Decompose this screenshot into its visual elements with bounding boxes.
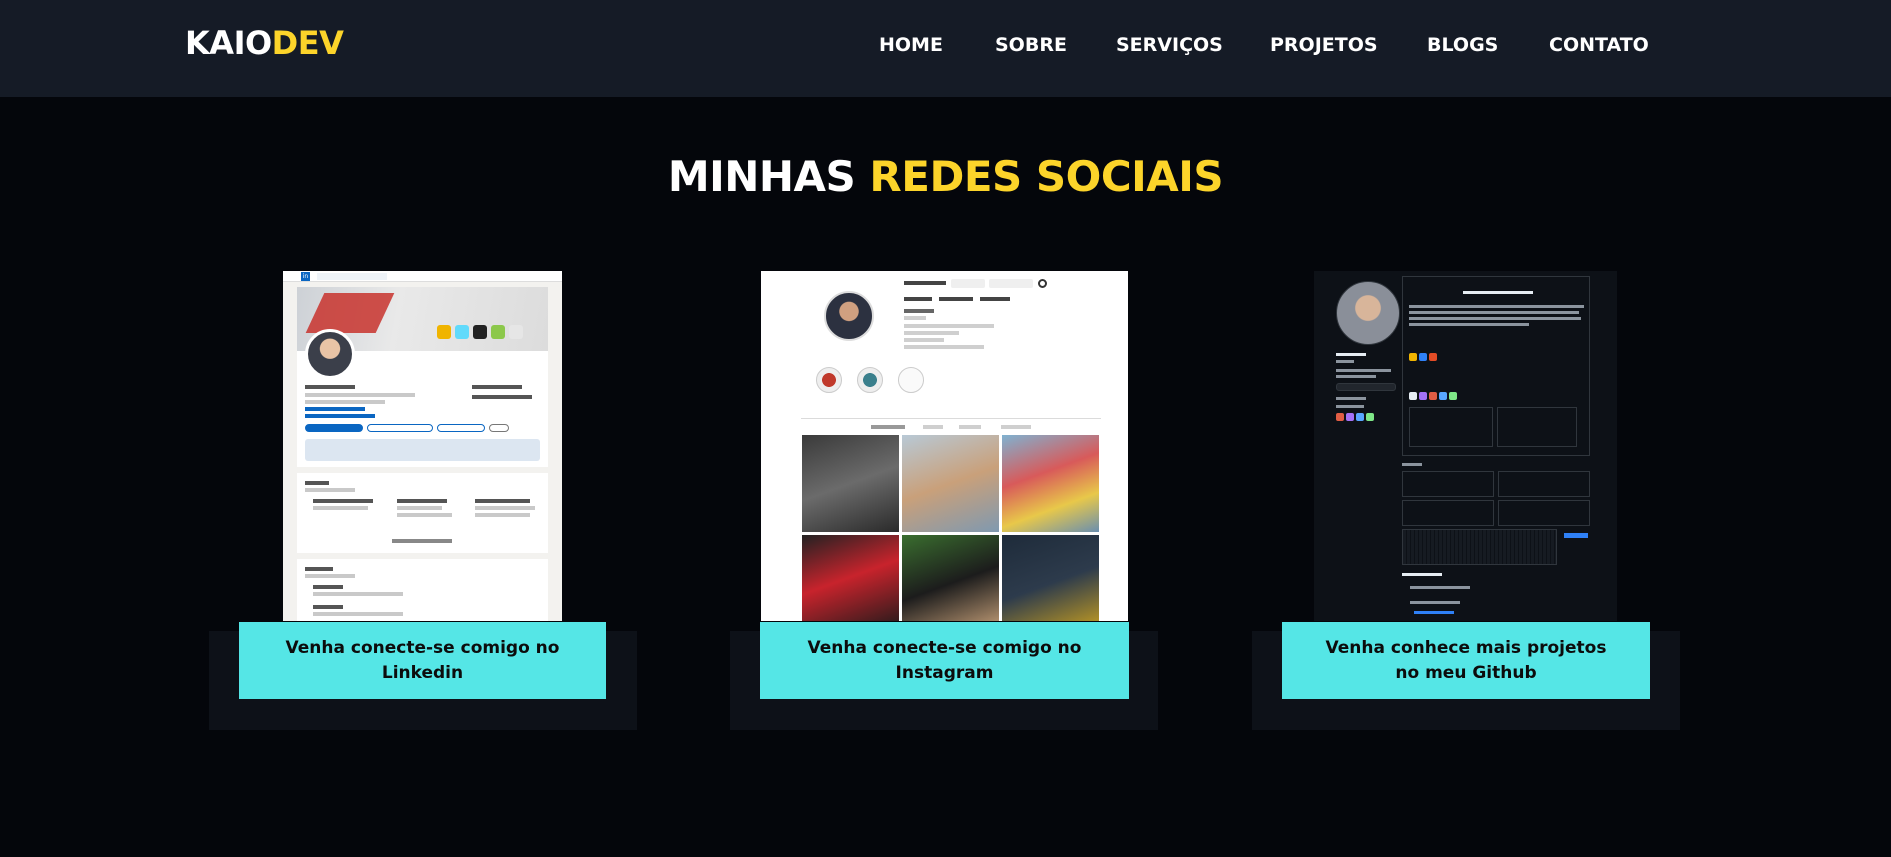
section-title-main: MINHAS bbox=[667, 152, 856, 201]
nav-blogs[interactable]: BLOGS bbox=[1427, 34, 1498, 56]
nav-servicos[interactable]: SERVIÇOS bbox=[1116, 34, 1223, 56]
instagram-settings-icon bbox=[1038, 279, 1047, 288]
instagram-highlight bbox=[857, 367, 883, 393]
linkedin-avatar bbox=[305, 329, 355, 379]
nav-projetos[interactable]: PROJETOS bbox=[1270, 34, 1378, 56]
instagram-avatar bbox=[824, 291, 874, 341]
github-contribution-graph bbox=[1402, 529, 1557, 565]
section-title-accent: REDES SOCIAIS bbox=[869, 152, 1224, 201]
linkedin-resources-section bbox=[297, 559, 548, 621]
nav-home[interactable]: HOME bbox=[879, 34, 943, 56]
instagram-profile-screenshot[interactable] bbox=[761, 271, 1128, 621]
linkedin-profile-screenshot[interactable]: in bbox=[283, 271, 562, 621]
github-projects-button[interactable]: Venha conhece mais projetos no meu Githu… bbox=[1282, 622, 1650, 699]
nav-sobre[interactable]: SOBRE bbox=[995, 34, 1067, 56]
logo-main-text: KAIO bbox=[185, 24, 272, 62]
linkedin-search-bar bbox=[317, 273, 387, 280]
github-readme-panel bbox=[1402, 276, 1590, 456]
site-logo[interactable]: KAIODEV bbox=[185, 24, 344, 62]
github-avatar bbox=[1336, 281, 1400, 345]
instagram-connect-button[interactable]: Venha conecte-se comigo no Instagram bbox=[760, 622, 1129, 699]
nav-contato[interactable]: CONTATO bbox=[1549, 34, 1649, 56]
instagram-post-grid bbox=[802, 435, 1099, 621]
instagram-add-highlight-icon bbox=[898, 367, 924, 393]
linkedin-logo-icon: in bbox=[301, 272, 310, 281]
linkedin-connect-button[interactable]: Venha conecte-se comigo no Linkedin bbox=[239, 622, 606, 699]
github-profile-screenshot[interactable] bbox=[1314, 271, 1617, 621]
instagram-highlight bbox=[816, 367, 842, 393]
linkedin-analytics-section bbox=[297, 473, 548, 553]
site-header: KAIODEV HOME SOBRE SERVIÇOS PROJETOS BLO… bbox=[0, 0, 1891, 97]
linkedin-topbar: in bbox=[283, 271, 562, 282]
linkedin-profile-card bbox=[297, 287, 548, 467]
section-title: MINHAS REDES SOCIAIS bbox=[0, 152, 1891, 201]
logo-accent-text: DEV bbox=[271, 24, 344, 62]
